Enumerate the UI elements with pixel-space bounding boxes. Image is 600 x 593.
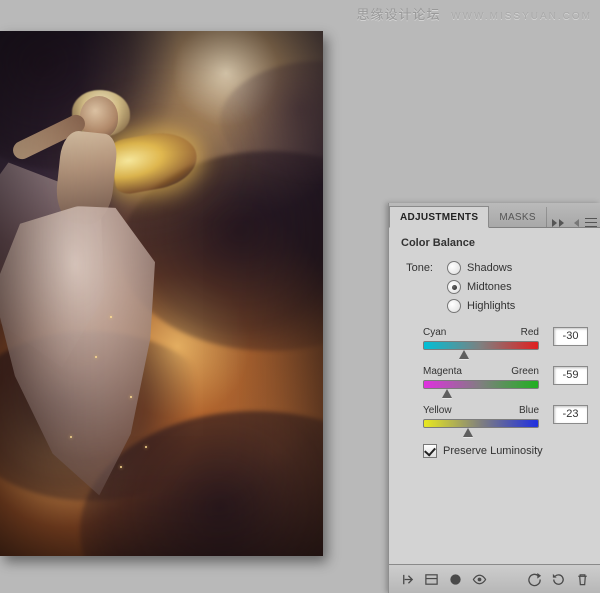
slider-yb-thumb[interactable] (463, 428, 473, 437)
checkbox-preserve-luminosity[interactable] (423, 444, 437, 458)
slider-mg-value[interactable]: -59 (553, 366, 588, 385)
watermark: 思缘设计论坛 WWW.MISSYUAN.COM (356, 4, 592, 23)
slider-magenta-green: Magenta Green -59 (401, 366, 588, 389)
radio-midtones-label: Midtones (467, 281, 512, 293)
return-to-list-icon[interactable] (398, 570, 416, 588)
slider-mg-track[interactable] (423, 380, 539, 389)
panel-collapse-button[interactable] (547, 219, 569, 227)
slider-mg-right-label: Green (511, 366, 539, 377)
reset-icon[interactable] (549, 570, 567, 588)
clip-to-layer-icon[interactable] (446, 570, 464, 588)
slider-yellow-blue: Yellow Blue -23 (401, 405, 588, 428)
radio-midtones[interactable] (447, 280, 461, 294)
slider-yb-left-label: Yellow (423, 405, 452, 416)
slider-cr-left-label: Cyan (423, 327, 446, 338)
adjustments-panel: ADJUSTMENTS MASKS Color Balance Tone: Sh… (388, 203, 600, 593)
toggle-visibility-icon[interactable] (470, 570, 488, 588)
slider-cr-thumb[interactable] (459, 350, 469, 359)
radio-highlights[interactable] (447, 299, 461, 313)
delete-icon[interactable] (573, 570, 591, 588)
slider-mg-thumb[interactable] (442, 389, 452, 398)
slider-cr-track[interactable] (423, 341, 539, 350)
slider-yb-track[interactable] (423, 419, 539, 428)
panel-title: Color Balance (401, 237, 588, 249)
radio-shadows[interactable] (447, 261, 461, 275)
watermark-sub: WWW.MISSYUAN.COM (451, 11, 592, 22)
slider-yb-right-label: Blue (519, 405, 539, 416)
watermark-main: 思缘设计论坛 (356, 7, 440, 22)
slider-cr-right-label: Red (521, 327, 539, 338)
slider-yb-value[interactable]: -23 (553, 405, 588, 424)
previous-state-icon[interactable] (525, 570, 543, 588)
tab-masks[interactable]: MASKS (489, 207, 547, 227)
expanded-view-icon[interactable] (422, 570, 440, 588)
radio-highlights-label: Highlights (467, 300, 515, 312)
canvas-preview (0, 31, 323, 556)
slider-cyan-red: Cyan Red -30 (401, 327, 588, 350)
panel-menu-button[interactable] (569, 218, 600, 227)
checkbox-preserve-luminosity-label: Preserve Luminosity (443, 445, 543, 457)
tone-label: Tone: (401, 261, 433, 274)
slider-mg-left-label: Magenta (423, 366, 462, 377)
panel-footer (389, 564, 600, 593)
tab-adjustments[interactable]: ADJUSTMENTS (389, 206, 489, 228)
panel-tabs: ADJUSTMENTS MASKS (389, 203, 600, 228)
radio-shadows-label: Shadows (467, 262, 512, 274)
slider-cr-value[interactable]: -30 (553, 327, 588, 346)
